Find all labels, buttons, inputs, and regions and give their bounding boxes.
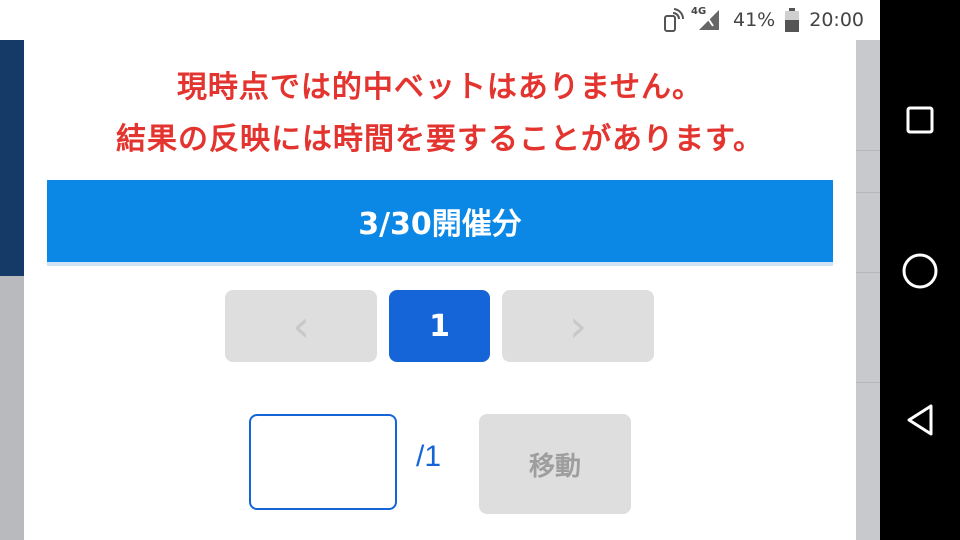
chevron-right-icon: › [569, 300, 587, 352]
page-number-input[interactable] [249, 414, 397, 510]
status-bar: 4G 41% 20:00 [0, 0, 880, 40]
system-nav-bar [880, 0, 960, 540]
cell-signal-icon: 4G [691, 6, 723, 32]
pager-prev-button[interactable]: ‹ [225, 290, 377, 362]
background-divider [856, 382, 880, 383]
background-divider [856, 192, 880, 193]
clock: 20:00 [809, 9, 864, 31]
back-button[interactable] [880, 403, 960, 437]
move-button[interactable]: 移動 [479, 414, 631, 514]
no-hit-message: 現時点では的中ベットはありません。 結果の反映には時間を要することがあります。 [24, 62, 856, 166]
bet-result-modal: 現時点では的中ベットはありません。 結果の反映には時間を要することがあります。 … [24, 40, 856, 540]
back-triangle-icon [907, 404, 933, 436]
nfc-icon [659, 7, 685, 33]
background-content-strip [0, 276, 24, 540]
message-line-1: 現時点では的中ベットはありません。 [176, 70, 704, 105]
background-divider [856, 150, 880, 151]
background-right-column [856, 40, 880, 540]
home-button[interactable] [880, 252, 960, 290]
status-icons: 4G 41% 20:00 [659, 0, 864, 40]
current-page-number: 1 [429, 308, 450, 344]
chevron-left-icon: ‹ [292, 300, 310, 352]
recents-square-icon [906, 106, 934, 134]
background-header-strip [0, 40, 24, 276]
move-button-label: 移動 [528, 451, 581, 482]
pager-next-button[interactable]: › [502, 290, 654, 362]
message-line-2: 結果の反映には時間を要することがあります。 [116, 122, 764, 157]
network-type-label: 4G [691, 6, 707, 17]
home-circle-icon [902, 253, 938, 289]
page-total: /1 [416, 440, 442, 473]
race-date-label: 3/30開催分 [358, 207, 522, 242]
battery-icon [785, 8, 800, 32]
battery-percent: 41% [733, 9, 776, 31]
race-date-header: 3/30開催分 [47, 180, 833, 266]
recents-button[interactable] [880, 105, 960, 135]
background-divider [856, 272, 880, 273]
pager-current-page[interactable]: 1 [389, 290, 490, 362]
